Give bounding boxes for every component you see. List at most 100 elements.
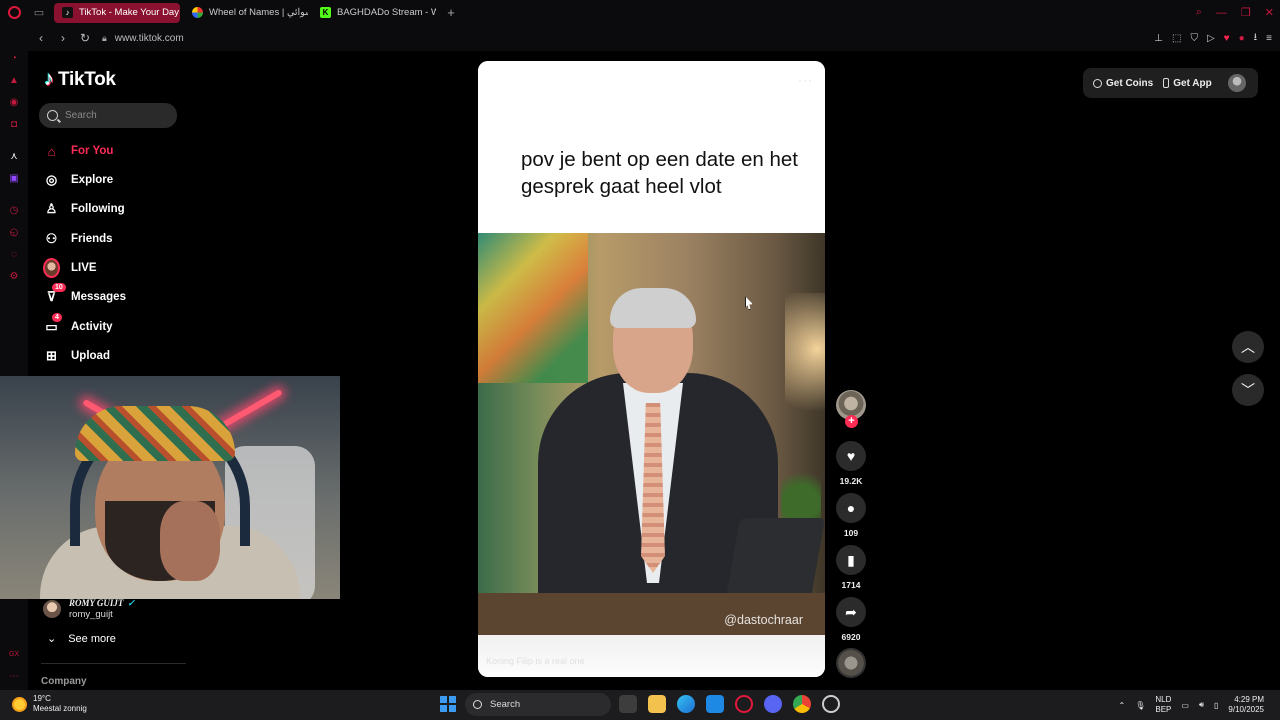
volume-icon[interactable]: 🔊︎	[1199, 700, 1204, 710]
back-icon[interactable]: ‹	[32, 31, 50, 45]
comment-count: 109	[843, 528, 859, 538]
wheel-icon	[192, 7, 203, 18]
account-display-name: ROMY GUIJT ✓	[69, 598, 135, 608]
history-icon[interactable]: ◵	[8, 227, 20, 239]
edge-icon[interactable]	[677, 695, 695, 713]
system-tray: ⌃ 🎙︎ NLD BEP ▭ 🔊︎ ▯ 4:29 PM 9/10/2025	[1119, 690, 1280, 720]
sun-icon	[12, 696, 27, 712]
nav-messages[interactable]: ⊽ 10 Messages	[43, 282, 126, 308]
profile-avatar[interactable]	[1227, 74, 1246, 92]
tab-wheel-of-names[interactable]: Wheel of Names | عشوائي	[184, 3, 308, 23]
store-icon[interactable]	[706, 695, 724, 713]
share-button[interactable]: ➦ 6920	[836, 597, 866, 642]
messenger-icon[interactable]: ◉	[8, 97, 20, 109]
network-icon[interactable]: ▭	[1181, 701, 1189, 710]
address-bar-tools: ⊥ ⬚ ⛉ ▷ ♥ ● ⭳ ≡	[1154, 25, 1272, 51]
next-video-button[interactable]: ﹀	[1232, 374, 1264, 406]
language-indicator[interactable]: NLD BEP	[1155, 695, 1171, 715]
webcam-overlay	[0, 376, 340, 599]
nav-for-you[interactable]: ⌂ For You	[43, 140, 114, 162]
nav-upload[interactable]: ⊞ Upload	[43, 345, 110, 367]
music-icon[interactable]: ◘	[8, 119, 20, 131]
search-box[interactable]	[39, 103, 177, 128]
address-bar: ‹ › ↻ 🔒︎ www.tiktok.com ⊥ ⬚ ⛉ ▷ ♥ ● ⭳ ≡	[0, 25, 1280, 51]
video-player[interactable]: ··· pov je bent op een date en het gespr…	[478, 61, 825, 677]
clock-icon[interactable]: ◷	[8, 205, 20, 217]
discord-icon[interactable]	[764, 695, 782, 713]
chat-icon[interactable]: ◌	[8, 249, 20, 261]
nav-following[interactable]: ♙ Following	[43, 198, 125, 220]
menu-icon[interactable]: ≡	[1266, 33, 1272, 44]
task-view-icon[interactable]	[619, 695, 637, 713]
comment-icon: ●	[836, 493, 866, 523]
heart-icon: ♥	[836, 441, 866, 471]
more-icon[interactable]: ⋯	[8, 671, 20, 683]
file-explorer-icon[interactable]	[648, 695, 666, 713]
gx-icon[interactable]: GX	[8, 649, 20, 661]
see-more-button[interactable]: ⌄ See more	[47, 632, 116, 646]
nav-live[interactable]: LIVE	[43, 257, 97, 279]
minimize-icon[interactable]: —	[1216, 7, 1227, 19]
tablet	[725, 518, 825, 598]
get-coins-button[interactable]: Get Coins	[1093, 78, 1153, 89]
pin-icon[interactable]: ⊥	[1154, 33, 1163, 44]
ai-icon[interactable]: ◔	[8, 53, 20, 65]
tiktok-icon: ♪	[62, 7, 73, 18]
like-button[interactable]: ♥ 19.2K	[836, 441, 866, 486]
browser-tab-bar: ▭ ♪ TikTok - Make Your Day Wheel of Name…	[0, 0, 1280, 25]
battery-icon[interactable]: ▯	[1214, 701, 1218, 710]
clock[interactable]: 4:29 PM 9/10/2025	[1228, 695, 1264, 715]
account-icon[interactable]: ●	[1239, 33, 1245, 44]
workspaces-icon[interactable]: ▭	[28, 6, 50, 19]
url-field[interactable]: 🔒︎ www.tiktok.com	[102, 33, 184, 44]
comment-button[interactable]: ● 109	[836, 493, 866, 538]
nav-explore[interactable]: ◎ Explore	[43, 169, 113, 191]
nav-friends[interactable]: ⚇ Friends	[43, 228, 113, 250]
reload-icon[interactable]: ↻	[76, 31, 94, 45]
search-input[interactable]	[65, 110, 165, 121]
music-disc-icon[interactable]	[836, 648, 866, 678]
windows-start-icon[interactable]	[440, 696, 456, 712]
weather-widget[interactable]: 19°C Meestal zonnig	[12, 694, 87, 714]
snapshot-icon[interactable]: ⬚	[1172, 33, 1181, 44]
tab-baghdado-stream[interactable]: K BAGHDADo Stream - Wat	[312, 3, 436, 23]
tab-tiktok[interactable]: ♪ TikTok - Make Your Day	[54, 2, 180, 23]
company-heading[interactable]: Company	[41, 676, 87, 687]
messages-badge: 10	[52, 282, 66, 292]
opera-gx-icon[interactable]	[735, 695, 753, 713]
play-icon[interactable]: ▷	[1207, 33, 1215, 44]
save-button[interactable]: ▮ 1714	[836, 545, 866, 590]
nav-activity[interactable]: ▭ 4 Activity	[43, 312, 113, 338]
settings-icon[interactable]: ⚙	[8, 271, 20, 283]
more-options-icon[interactable]: ···	[798, 73, 813, 87]
following-account[interactable]: ROMY GUIJT ✓ romy_guijt	[43, 598, 135, 620]
tiktok-logo[interactable]: ♪ TikTok	[44, 68, 116, 91]
tiktok-sidebar-icon[interactable]: ⋏	[8, 151, 20, 163]
forward-icon[interactable]: ›	[54, 31, 72, 45]
microphone-icon[interactable]: 🎙︎	[1135, 701, 1145, 710]
previous-video-button[interactable]: ︿	[1232, 331, 1264, 363]
get-app-button[interactable]: Get App	[1163, 78, 1212, 89]
chrome-icon[interactable]	[793, 695, 811, 713]
upload-icon: ⊞	[46, 348, 57, 363]
painting	[478, 233, 588, 383]
download-icon[interactable]: ⭳	[1254, 30, 1258, 47]
follow-plus-button[interactable]: +	[845, 415, 858, 428]
app-icon[interactable]	[822, 695, 840, 713]
search-icon	[473, 700, 482, 709]
video-watermark: @dastochraar	[724, 613, 803, 627]
heart-icon[interactable]: ♥	[1224, 33, 1230, 44]
search-tabs-icon[interactable]: ⌕	[1196, 6, 1202, 19]
restore-icon[interactable]: ❐	[1241, 6, 1251, 19]
bookmark-icon: ▮	[836, 545, 866, 575]
opera-logo[interactable]	[0, 0, 28, 25]
taskbar-search[interactable]: Search	[465, 693, 611, 716]
chevron-up-icon: ︿	[1241, 339, 1255, 355]
avatar	[43, 600, 61, 618]
close-icon[interactable]: ✕	[1265, 6, 1274, 19]
shield-icon[interactable]: ⛉	[1190, 33, 1198, 44]
bag-icon[interactable]: ▲	[8, 75, 20, 87]
twitch-icon[interactable]: ▣	[8, 173, 20, 185]
new-tab-button[interactable]: +	[440, 3, 462, 23]
chevron-up-icon[interactable]: ⌃	[1119, 701, 1126, 710]
